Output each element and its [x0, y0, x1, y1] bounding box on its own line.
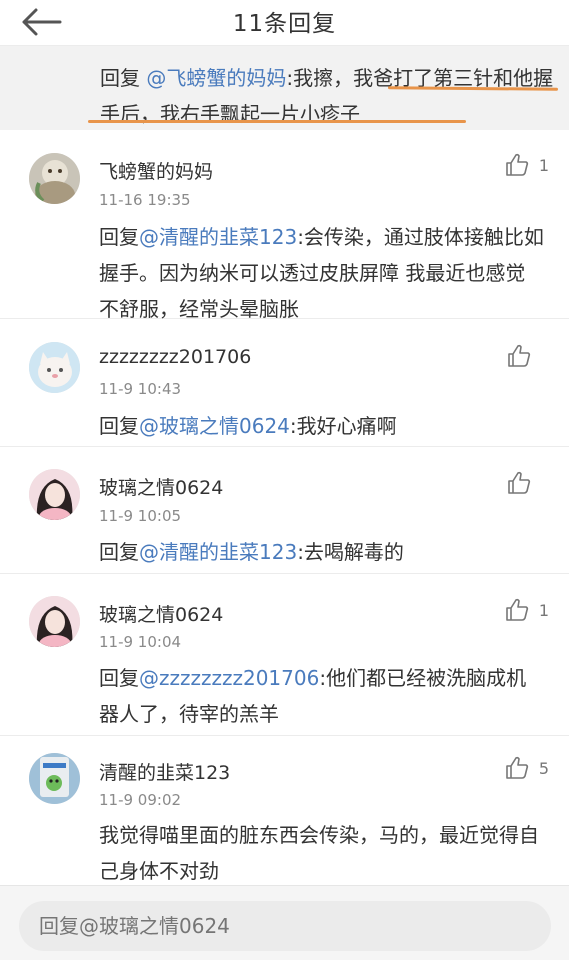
comment-item: zzzzzzzz201706 11-9 10:43 回复@玻璃之情0624:我好… — [0, 319, 569, 447]
like-button[interactable]: 1 — [504, 596, 549, 624]
username[interactable]: 玻璃之情0624 — [99, 473, 223, 500]
thumbs-up-icon — [508, 471, 531, 494]
avatar-image — [29, 753, 80, 804]
like-button[interactable] — [506, 469, 549, 497]
reply-body: :我好心痛啊 — [289, 414, 397, 438]
mention-link[interactable]: @清醒的韭菜123 — [139, 225, 297, 249]
comment-item: 飞螃蟹的妈妈 11-16 19:35 1 回复@清醒的韭菜123:会传染，通过肢… — [0, 131, 569, 321]
reply-body: :去喝解毒的 — [297, 540, 404, 564]
comment-text: 我觉得喵里面的脏东西会传染，马的，最近觉得自己身体不对劲 — [99, 817, 544, 889]
comment-item: 玻璃之情0624 11-9 10:04 1 回复@zzzzzzzz201706:… — [0, 574, 569, 736]
comment-text: 回复@清醒的韭菜123:去喝解毒的 — [99, 534, 544, 570]
avatar[interactable] — [29, 596, 80, 647]
page-title: 11条回复 — [232, 11, 337, 37]
avatar[interactable] — [29, 753, 80, 804]
timestamp: 11-9 10:43 — [99, 380, 182, 398]
avatar-image — [29, 153, 80, 204]
header-bar: 11条回复 — [0, 0, 569, 46]
like-count: 1 — [538, 600, 549, 620]
avatar[interactable] — [29, 153, 80, 204]
mention-link[interactable]: @飞螃蟹的妈妈 — [146, 66, 286, 90]
thumbs-up-icon — [508, 344, 531, 367]
avatar-image — [29, 342, 80, 393]
mention-link[interactable]: @zzzzzzzz201706 — [139, 666, 319, 690]
timestamp: 11-9 10:04 — [99, 633, 182, 651]
comment-item: 清醒的韭菜123 11-9 09:02 5 我觉得喵里面的脏东西会传染，马的，最… — [0, 736, 569, 885]
like-button[interactable] — [506, 342, 549, 370]
comment-text: 回复@清醒的韭菜123:会传染，通过肢体接触比如握手。因为纳米可以透过皮肤屏障 … — [99, 219, 544, 327]
username[interactable]: 玻璃之情0624 — [99, 600, 223, 627]
comment-text: 回复@zzzzzzzz201706:他们都已经被洗脑成机器人了，待宰的羔羊 — [99, 660, 544, 732]
reply-prefix: 回复 — [99, 225, 139, 249]
comment-item: 玻璃之情0624 11-9 10:05 回复@清醒的韭菜123:去喝解毒的 — [0, 447, 569, 574]
timestamp: 11-9 10:05 — [99, 507, 182, 525]
reply-input[interactable] — [19, 901, 551, 951]
username[interactable]: 飞螃蟹的妈妈 — [99, 157, 213, 184]
reply-prefix: 回复 — [99, 414, 139, 438]
reply-bar — [0, 885, 569, 960]
avatar[interactable] — [29, 342, 80, 393]
avatar[interactable] — [29, 469, 80, 520]
username[interactable]: 清醒的韭菜123 — [99, 758, 230, 785]
like-count: 5 — [538, 758, 549, 778]
reply-prefix: 回复 — [99, 540, 139, 564]
mention-link[interactable]: @玻璃之情0624 — [139, 414, 290, 438]
avatar-image — [29, 469, 80, 520]
reply-thread-page: 11条回复 回复 @飞螃蟹的妈妈:我擦，我爸打了第三针和他握手后，我右手飘起一片… — [0, 0, 569, 960]
reply-prefix: 回复 — [99, 666, 139, 690]
thumbs-up-icon — [506, 598, 528, 621]
username[interactable]: zzzzzzzz201706 — [99, 346, 251, 368]
comment-text: 回复@玻璃之情0624:我好心痛啊 — [99, 408, 544, 444]
like-count: 1 — [538, 155, 549, 175]
mention-link[interactable]: @清醒的韭菜123 — [139, 540, 297, 564]
like-button[interactable]: 5 — [504, 754, 549, 782]
like-button[interactable]: 1 — [504, 151, 549, 179]
thumbs-up-icon — [506, 153, 528, 176]
avatar-image — [29, 596, 80, 647]
reply-body: 我觉得喵里面的脏东西会传染，马的，最近觉得自己身体不对劲 — [99, 823, 539, 883]
reply-prefix: 回复 — [100, 66, 147, 90]
thumbs-up-icon — [506, 756, 528, 779]
highlight-underline — [88, 120, 466, 123]
timestamp: 11-9 09:02 — [99, 791, 182, 809]
timestamp: 11-16 19:35 — [99, 191, 191, 209]
